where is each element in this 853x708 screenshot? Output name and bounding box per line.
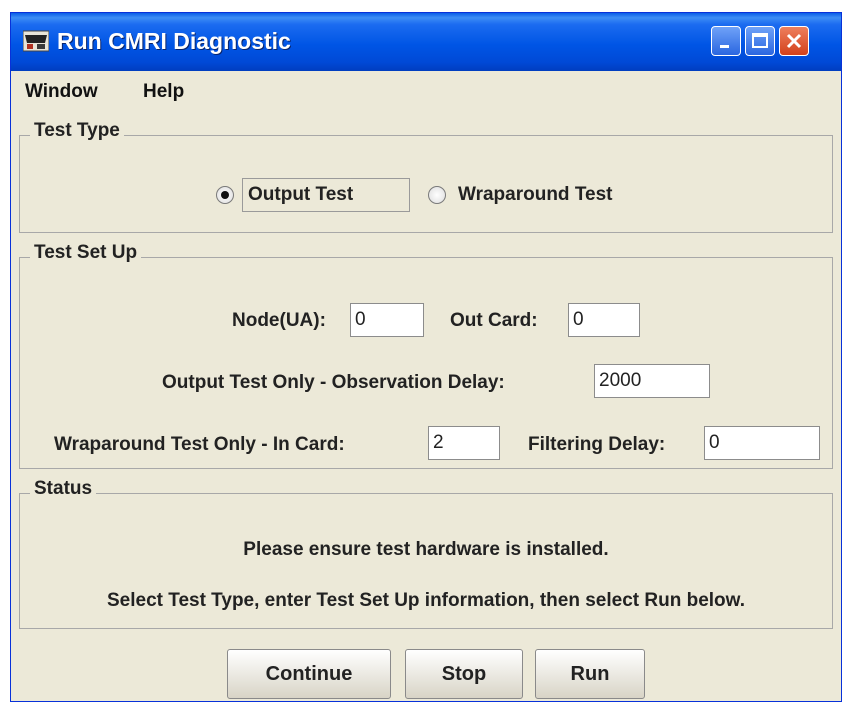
diagnostic-window: Run CMRI Diagnostic Window Help Test Typ… [10,12,842,702]
menu-window[interactable]: Window [25,81,98,103]
stop-button[interactable]: Stop [405,649,523,699]
wraparound-test-label[interactable]: Wraparound Test [458,184,612,206]
status-legend: Status [30,478,97,500]
in-card-label: Wraparound Test Only - In Card: [54,434,345,455]
test-setup-legend: Test Set Up [30,242,142,264]
wraparound-test-radio[interactable] [428,186,446,204]
in-card-input[interactable] [428,426,500,460]
minimize-button[interactable] [711,26,741,56]
maximize-button[interactable] [745,26,775,56]
test-type-legend: Test Type [30,120,124,142]
close-icon [786,33,802,49]
minimize-icon [720,45,729,48]
out-card-input[interactable] [568,303,640,337]
status-panel: Status Please ensure test hardware is in… [19,478,833,629]
window-title: Run CMRI Diagnostic [57,28,291,54]
status-message-2: Select Test Type, enter Test Set Up info… [106,590,746,611]
continue-button[interactable]: Continue [227,649,391,699]
node-label: Node(UA): [232,310,326,331]
test-type-panel: Test Type Output Test Wraparound Test [19,120,833,233]
title-bar[interactable]: Run CMRI Diagnostic [11,13,841,71]
menu-bar: Window Help [11,71,841,111]
maximize-icon [752,33,768,48]
app-icon [23,30,49,52]
node-input[interactable] [350,303,424,337]
menu-help[interactable]: Help [143,81,184,103]
out-card-label: Out Card: [450,310,538,331]
filtering-delay-label: Filtering Delay: [528,434,666,455]
output-test-label[interactable]: Output Test [248,184,353,206]
run-button[interactable]: Run [535,649,645,699]
status-message-1: Please ensure test hardware is installed… [243,539,609,560]
test-setup-panel: Test Set Up Node(UA): Out Card: Output T… [19,242,833,469]
observation-delay-label: Output Test Only - Observation Delay: [162,372,505,393]
output-test-radio[interactable] [216,186,234,204]
filtering-delay-input[interactable] [704,426,820,460]
close-button[interactable] [779,26,809,56]
observation-delay-input[interactable] [594,364,710,398]
